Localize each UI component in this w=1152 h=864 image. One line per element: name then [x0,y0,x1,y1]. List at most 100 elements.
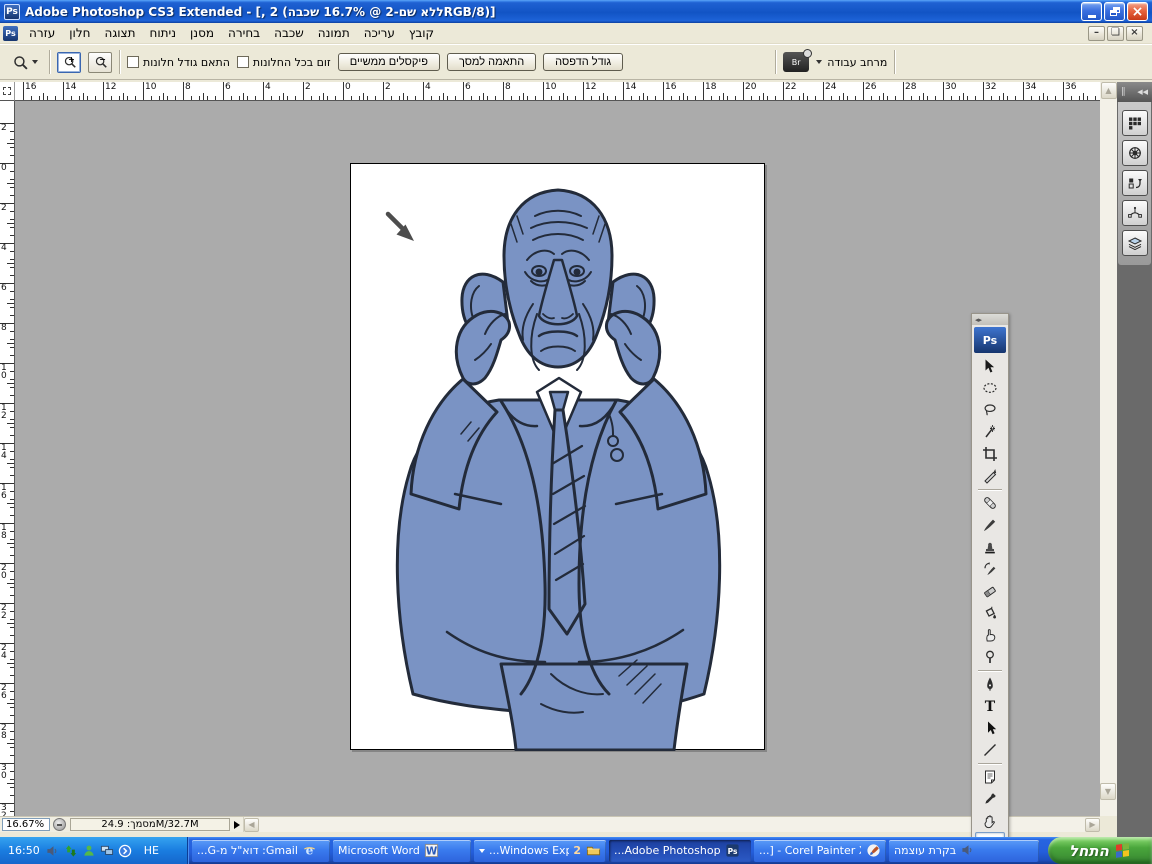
taskbar-button-corel-painter[interactable]: ...] - Corel Painter X [754,839,886,862]
tool-path-selection[interactable] [975,717,1005,739]
tool-clone-stamp[interactable] [975,536,1005,558]
tool-preset-picker[interactable] [8,52,42,73]
scroll-left-icon[interactable]: ◀ [244,817,259,832]
status-bar: 16.67% 24.9 : מסמך M/32.7M ◀ ▶ [0,816,1100,832]
tool-dodge[interactable] [975,646,1005,668]
tool-elliptical-marquee[interactable] [975,377,1005,399]
menu-item-file[interactable]: קובץ [402,24,441,42]
toolbox-header[interactable]: ◂▸ [972,314,1008,325]
tool-type[interactable]: T [975,695,1005,717]
chevron-down-icon [32,60,38,64]
dock-panel-history-icon[interactable] [1121,170,1148,196]
toolbox-ps-logo: Ps [974,327,1006,353]
zoom-all-windows-checkbox[interactable] [236,56,249,68]
menu-item-edit[interactable]: עריכה [357,24,402,42]
tool-eyedropper[interactable] [975,788,1005,810]
doc-restore-button[interactable]: ❏ [1107,25,1124,41]
zoom-level-field[interactable]: 16.67% [2,818,50,831]
tool-magic-wand[interactable] [975,421,1005,443]
tool-move[interactable] [975,355,1005,377]
tool-line[interactable] [975,739,1005,761]
tool-paint-bucket[interactable] [975,602,1005,624]
tool-healing-brush[interactable] [975,492,1005,514]
dock-panel-paths-icon[interactable] [1121,200,1148,226]
tool-brush[interactable] [975,514,1005,536]
language-indicator[interactable]: HE [139,842,164,859]
tray-network-icon[interactable] [100,843,115,858]
zoom-out-button[interactable]: − [88,51,112,73]
tray-net-activity-icon[interactable] [64,843,79,858]
zoom-in-button[interactable]: + [57,51,81,73]
restore-button[interactable] [1104,2,1125,21]
tray-volume-icon[interactable] [46,843,61,858]
tool-crop[interactable] [975,443,1005,465]
system-tray: 16:50 HE [0,837,188,864]
zoom-tool-icon [12,54,29,71]
dock-panel-swatches-icon[interactable] [1121,110,1148,136]
ruler-origin-box[interactable] [0,82,15,101]
menu-item-help[interactable]: עזרה [22,24,62,42]
print-size-button[interactable]: גודל הדפסה [543,53,624,71]
workspace-dropdown[interactable]: מרחב עבודה [816,56,887,69]
menu-item-select[interactable]: בחירה [221,24,267,42]
folder-icon [585,843,601,859]
menu-item-window[interactable]: חלון [62,24,97,42]
doc-minimize-button[interactable]: – [1088,25,1105,41]
canvas[interactable] [350,163,765,751]
close-button[interactable]: × [1127,2,1148,21]
tool-eraser[interactable] [975,580,1005,602]
menu-item-analysis[interactable]: ניתוח [143,24,183,42]
resize-windows-checkbox[interactable] [127,56,139,68]
tool-pen[interactable] [975,673,1005,695]
menu-item-filter[interactable]: מסנן [183,24,221,42]
panel-dock-header[interactable]: ∥ ◀◀ [1117,82,1152,102]
taskbar-button-volume-control[interactable]: בקרת עוצמה [889,839,1039,862]
taskbar-button-word[interactable]: Microsoft Word W [333,839,471,862]
taskbar-button-label: ...] - Corel Painter X [759,844,861,857]
chevron-down-icon [479,848,485,853]
dock-panel-layers-icon[interactable] [1121,230,1148,256]
scroll-down-icon[interactable]: ▼ [1100,783,1116,800]
taskbar-button-photoshop[interactable]: ...Adobe Photoshop Ps [609,839,751,862]
dock-panel-navigator-icon[interactable] [1121,140,1148,166]
arrow-cursor-mark [385,211,414,241]
photoshop-application-window: Ps Adobe Photoshop CS3 Extended - [, 2 (… [0,0,1152,864]
photoshop-app-icon: Ps [4,3,20,20]
workspace-label: מרחב עבודה [827,55,888,69]
tray-chevron-icon[interactable] [118,843,133,858]
tool-notes[interactable] [975,766,1005,788]
tool-hand[interactable] [975,810,1005,832]
tool-smudge[interactable] [975,624,1005,646]
minimize-button[interactable] [1081,2,1102,21]
tray-messenger-icon[interactable] [82,843,97,858]
taskbar-button-label: Microsoft Word [338,844,420,857]
tool-slice[interactable] [975,465,1005,487]
menu-item-view[interactable]: תצוגה [97,24,142,42]
version-cue-icon [53,818,66,831]
ps-icon: Ps [725,843,741,859]
toolbox-columns-toggle-icon[interactable]: ◂▸ [975,316,982,324]
fit-screen-button[interactable]: התאמה למסך [446,53,537,71]
scroll-right-icon[interactable]: ▶ [1085,817,1100,832]
vertical-scrollbar[interactable]: ▲ ▼ [1100,82,1117,816]
actual-pixels-button[interactable]: פיקסלים ממשיים [337,53,440,71]
start-button[interactable]: התחל [1048,837,1152,864]
horizontal-ruler: 16 14 12 10 8 6 4 2 0 2 4 6 8 10 12 14 16 18 20 22 24 26 28 30 3… [15,82,1100,101]
resize-windows-label: התאם גודל חלונות [143,55,230,69]
go-to-bridge-button[interactable]: Br [783,49,813,72]
menu-item-image[interactable]: תמונה [311,24,357,42]
corel-icon [865,843,881,859]
svg-text:W: W [426,845,438,857]
status-flyout-button[interactable] [230,818,243,831]
taskbar-button-gmail[interactable]: ...G-דוא"ל מ :Gmail e [192,839,330,862]
svg-text:e: e [306,844,314,858]
tool-lasso[interactable] [975,399,1005,421]
resize-windows-checkbox-group[interactable]: התאם גודל חלונות [127,56,230,69]
title-bar: Ps Adobe Photoshop CS3 Extended - [, 2 (… [0,0,1152,23]
doc-close-button[interactable]: × [1126,25,1143,41]
taskbar-button-explorer-group[interactable]: ...Windows Expl 2 [474,839,606,862]
zoom-all-windows-checkbox-group[interactable]: זום בכל החלונות [236,56,331,69]
tool-history-brush[interactable] [975,558,1005,580]
menu-item-layer[interactable]: שכבה [267,24,311,42]
scroll-up-icon[interactable]: ▲ [1100,82,1117,99]
